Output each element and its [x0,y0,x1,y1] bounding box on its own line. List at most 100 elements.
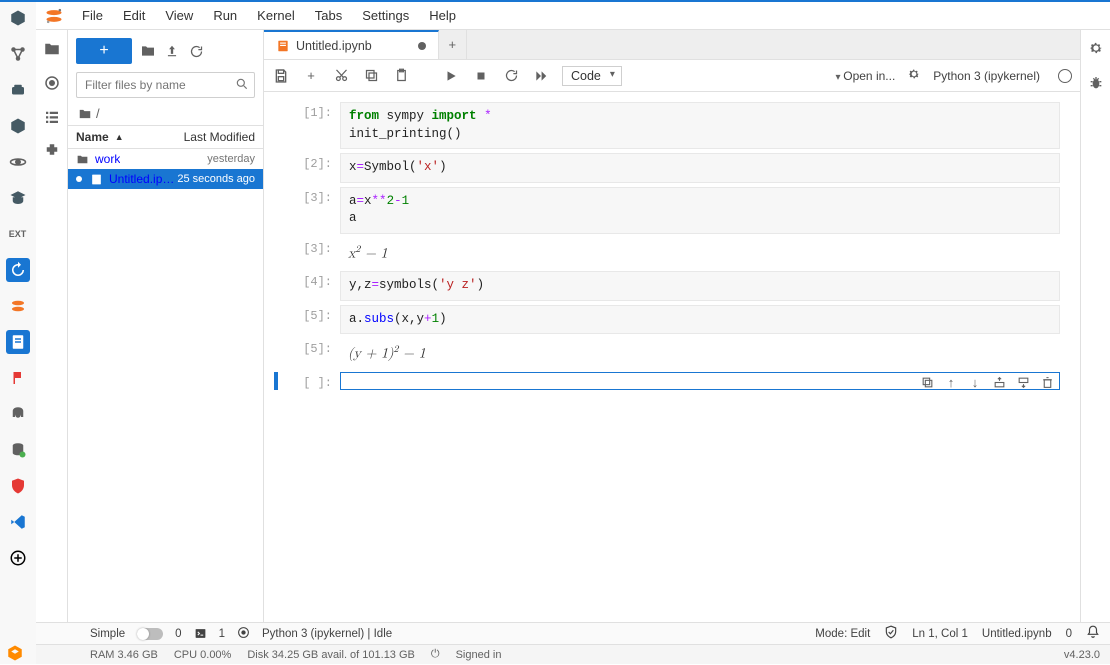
code-cell[interactable]: [1]:from sympy import * init_printing() [284,102,1060,149]
simple-toggle[interactable] [137,628,163,640]
rail-vscode-icon[interactable] [6,510,30,534]
duplicate-icon[interactable] [920,376,934,390]
terminal-icon[interactable] [194,627,207,640]
file-row[interactable]: workyesterday [68,149,263,169]
status-count: 0 [1066,628,1072,640]
tab-add-button[interactable]: + [439,30,467,59]
code-cell[interactable]: [5]:a.subs(x,y+1) [284,305,1060,335]
rail-cube-icon[interactable] [6,6,30,30]
cell-prompt: [4]: [284,271,340,301]
menu-help[interactable]: Help [421,4,464,27]
rail-graph-icon[interactable] [6,42,30,66]
menu-file[interactable]: File [74,4,111,27]
document-tab-bar: Untitled.ipynb + [264,30,1080,60]
rail-flag-icon[interactable] [6,366,30,390]
new-launcher-button[interactable]: + [76,38,132,64]
menu-settings[interactable]: Settings [354,4,417,27]
rail-orbit-icon[interactable] [6,150,30,174]
menu-run[interactable]: Run [205,4,245,27]
code-cell[interactable]: [4]:y,z=symbols('y z') [284,271,1060,301]
tab-running-icon[interactable] [41,72,63,94]
cut-icon[interactable] [332,67,350,85]
cell-prompt: [5]: [284,338,340,368]
notification-icon[interactable] [1086,625,1100,642]
rail-jupyter-icon[interactable] [6,294,30,318]
status-kernel: Python 3 (ipykernel) | Idle [262,628,392,640]
bottom-version: v4.23.0 [1064,649,1100,661]
status-simple: Simple [90,628,125,640]
output-cell[interactable]: [3]:x2 − 1 [284,238,1060,268]
bottom-signed: Signed in [456,649,502,661]
code-cell[interactable]: [2]:x=Symbol('x') [284,153,1060,183]
file-list-header: Name ▲ Last Modified [68,125,263,149]
search-icon [235,77,249,94]
rail-ext-label[interactable]: EXT [6,222,30,246]
copy-icon[interactable] [362,67,380,85]
menu-tabs[interactable]: Tabs [307,4,350,27]
move-down-icon[interactable]: ↓ [968,376,982,390]
paste-icon[interactable] [392,67,410,85]
cell-output: x2 − 1 [340,238,1060,268]
save-icon[interactable] [272,67,290,85]
breadcrumb-root: / [96,106,100,121]
output-cell[interactable]: [5]:(y + 1)2 − 1 [284,338,1060,368]
file-row[interactable]: Untitled.ip…25 seconds ago [68,169,263,189]
rail-add-icon[interactable] [6,546,30,570]
gitpod-icon[interactable] [6,644,24,665]
cell-input[interactable]: a=x**2-1 a [340,187,1060,234]
refresh-file-icon[interactable] [188,43,204,59]
notebook-area: Untitled.ipynb + + [264,30,1110,622]
filter-files-input[interactable] [76,72,255,98]
cell-input[interactable]: x=Symbol('x') [340,153,1060,183]
notebook-body[interactable]: [1]:from sympy import * init_printing()[… [264,92,1080,622]
cell-input[interactable]: from sympy import * init_printing() [340,102,1060,149]
debug-icon[interactable] [1088,75,1104,94]
kernel-gear-icon[interactable] [907,67,921,84]
tab-folder-icon[interactable] [41,38,63,60]
menu-view[interactable]: View [157,4,201,27]
rail-education-icon[interactable] [6,186,30,210]
new-folder-icon[interactable] [140,43,156,59]
breadcrumb[interactable]: / [68,102,263,125]
rail-elephant-icon[interactable] [6,402,30,426]
run-icon[interactable] [442,67,460,85]
stop-icon[interactable] [472,67,490,85]
bottom-info-bar: RAM 3.46 GB CPU 0.00% Disk 34.25 GB avai… [36,644,1110,664]
rail-box-icon[interactable] [6,78,30,102]
trusted-icon[interactable] [884,625,898,642]
tab-untitled[interactable]: Untitled.ipynb [264,30,439,59]
cell-prompt: [5]: [284,305,340,335]
code-cell[interactable]: [3]:a=x**2-1 a [284,187,1060,234]
status-bar: Simple 0 1 Python 3 (ipykernel) | Idle M… [36,622,1110,644]
menu-kernel[interactable]: Kernel [249,4,303,27]
kernel-session-icon[interactable] [237,626,250,642]
col-name[interactable]: Name [76,130,109,144]
upload-icon[interactable] [164,43,180,59]
insert-above-icon[interactable] [992,376,1006,390]
cell-actions: ↑↓ [920,376,1054,390]
insert-below-icon[interactable] [1016,376,1030,390]
col-modified[interactable]: Last Modified [184,130,255,144]
tab-extension-icon[interactable] [41,140,63,162]
rail-db-icon[interactable] [6,438,30,462]
property-gear-icon[interactable] [1088,40,1104,59]
cell-prompt: [1]: [284,102,340,149]
code-cell[interactable]: [ ]:↑↓ [284,372,1060,390]
rail-refresh-icon[interactable] [6,258,30,282]
delete-cell-icon[interactable] [1040,376,1054,390]
cell-input[interactable]: y,z=symbols('y z') [340,271,1060,301]
open-in-select[interactable]: Open in... [835,69,895,83]
restart-icon[interactable] [502,67,520,85]
menu-edit[interactable]: Edit [115,4,153,27]
tab-toc-icon[interactable] [41,106,63,128]
rail-doc-icon[interactable] [6,330,30,354]
cell-prompt: [3]: [284,187,340,234]
move-up-icon[interactable]: ↑ [944,376,958,390]
cell-type-select[interactable]: Code [562,66,622,86]
rail-shield-icon[interactable] [6,474,30,498]
cell-input[interactable]: a.subs(x,y+1) [340,305,1060,335]
rail-package-icon[interactable] [6,114,30,138]
restart-run-icon[interactable] [532,67,550,85]
insert-cell-icon[interactable]: + [302,67,320,85]
kernel-name[interactable]: Python 3 (ipykernel) [933,69,1040,83]
